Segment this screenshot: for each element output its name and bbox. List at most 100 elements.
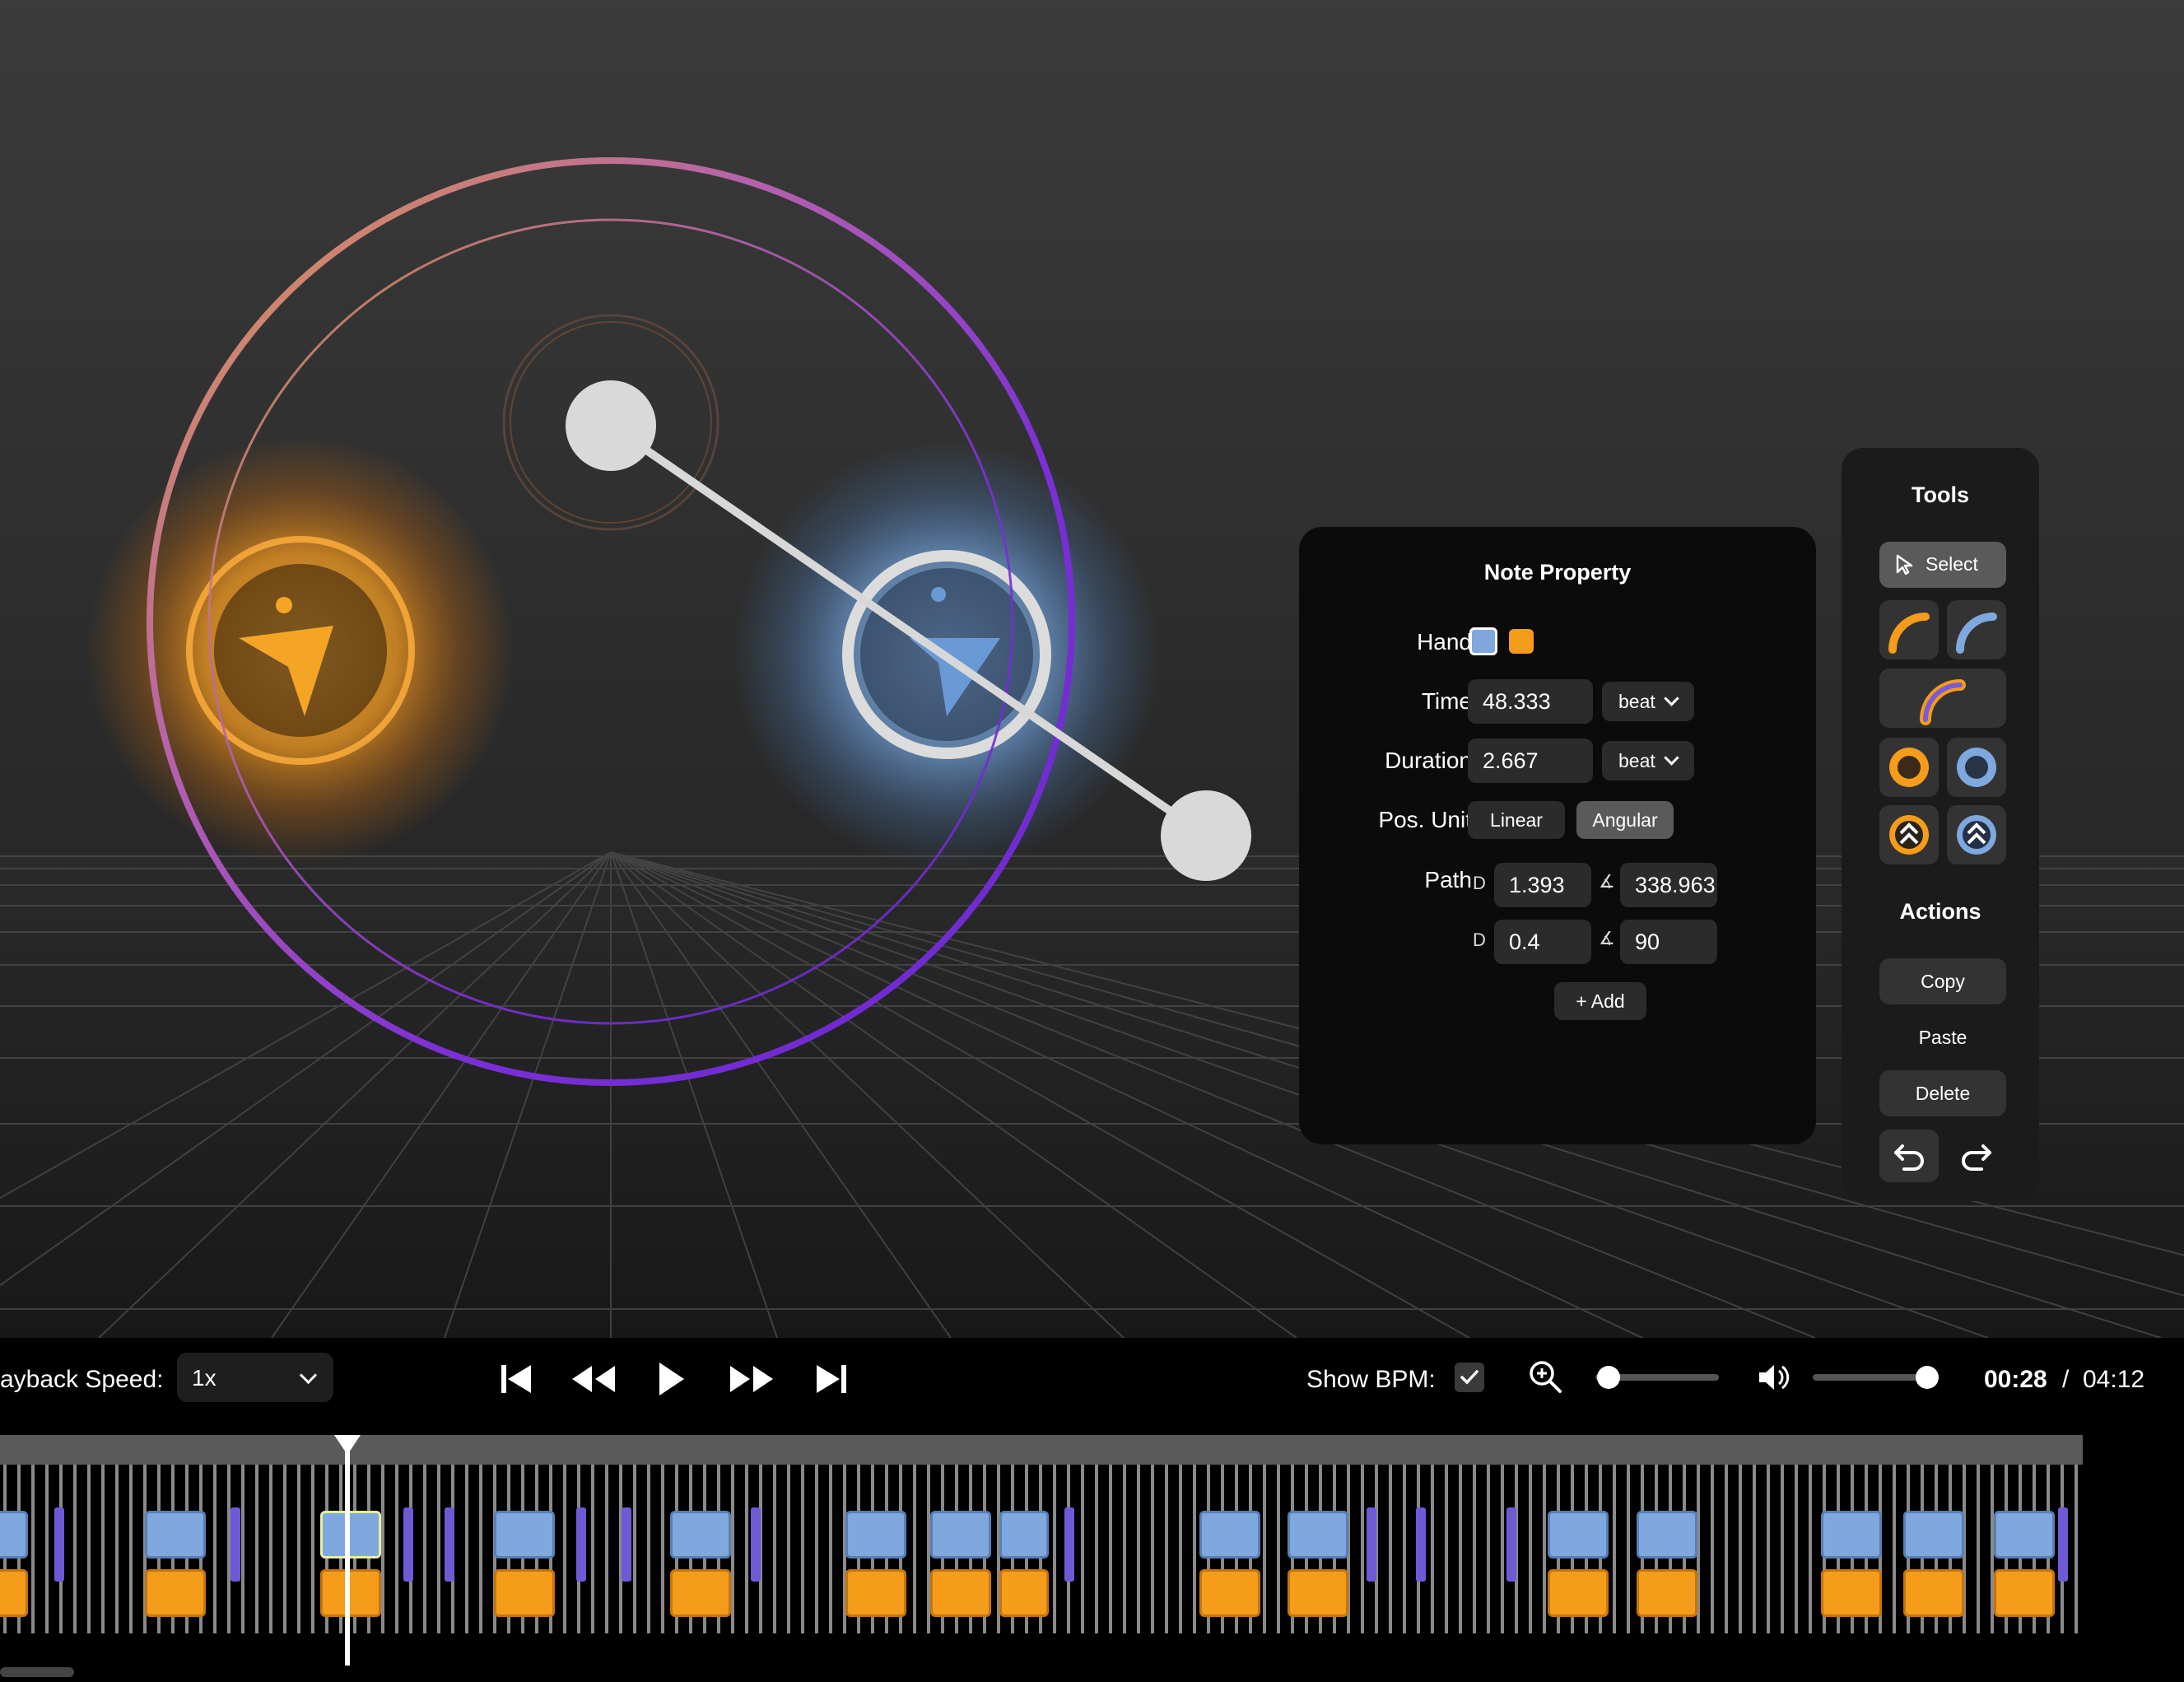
- timeline-note-orange[interactable]: [1903, 1569, 1964, 1617]
- hand-orange-swatch[interactable]: [1509, 629, 1534, 654]
- undo-icon: [1894, 1144, 1924, 1171]
- timeline-note-blue[interactable]: [999, 1511, 1049, 1559]
- path-handle-start[interactable]: [566, 380, 656, 471]
- pos-unit-linear[interactable]: Linear: [1468, 801, 1565, 839]
- timeline-note-blue[interactable]: [1821, 1511, 1882, 1559]
- copy-button[interactable]: Copy: [1879, 958, 2006, 1004]
- path-handle-end[interactable]: [1161, 790, 1251, 881]
- cursor-icon: [1896, 554, 1913, 575]
- undo-button[interactable]: [1879, 1130, 1939, 1182]
- blue-chevron-tool[interactable]: [1947, 805, 2006, 864]
- duration-unit-select[interactable]: beat: [1602, 741, 1694, 780]
- bpm-marker[interactable]: [576, 1507, 586, 1582]
- path-row-2-angle-input[interactable]: 90: [1620, 920, 1717, 964]
- timeline-note-blue[interactable]: [494, 1511, 555, 1559]
- fast-forward-icon[interactable]: [729, 1361, 775, 1397]
- playback-speed-select[interactable]: 1x: [177, 1353, 333, 1402]
- duration-input[interactable]: 2.667: [1468, 738, 1593, 783]
- time-label: Time: [1421, 688, 1472, 714]
- note-property-panel: Note Property Hand Time 48.333 beat Dura…: [1299, 527, 1816, 1144]
- bpm-marker[interactable]: [231, 1507, 240, 1582]
- timeline-note-blue[interactable]: [0, 1511, 28, 1559]
- playhead[interactable]: [345, 1435, 350, 1666]
- paste-button[interactable]: Paste: [1879, 1014, 2006, 1060]
- bpm-marker[interactable]: [445, 1507, 454, 1582]
- orange-chevron-tool[interactable]: [1879, 805, 1939, 864]
- select-tool-button[interactable]: Select: [1879, 542, 2006, 588]
- bpm-marker[interactable]: [403, 1507, 413, 1582]
- path-row-1-distance-input[interactable]: 1.393: [1494, 863, 1591, 907]
- timeline-note-blue[interactable]: [670, 1511, 731, 1559]
- timeline-note-blue[interactable]: [1994, 1511, 2055, 1559]
- timeline-note-orange[interactable]: [1548, 1569, 1609, 1617]
- timeline-note-blue[interactable]: [1288, 1511, 1348, 1559]
- volume-slider-thumb[interactable]: [1916, 1366, 1939, 1389]
- time-unit-select[interactable]: beat: [1602, 682, 1694, 721]
- timeline-note-blue[interactable]: [1903, 1511, 1964, 1559]
- hand-blue-swatch[interactable]: [1469, 627, 1497, 655]
- dual-arc-icon: [1920, 679, 1966, 725]
- time-unit-value: beat: [1618, 691, 1655, 712]
- rewind-icon[interactable]: [570, 1361, 617, 1397]
- timeline-note-orange[interactable]: [1994, 1569, 2055, 1617]
- zoom-in-icon[interactable]: [1527, 1358, 1563, 1395]
- blue-arc-icon: [1956, 613, 1997, 654]
- path-row-2-distance-input[interactable]: 0.4: [1494, 920, 1591, 964]
- timeline-note-orange[interactable]: [670, 1569, 731, 1617]
- playback-controls-bar: ayback Speed: 1x Show BPM: 00:28 / 04:12: [0, 1338, 2184, 1435]
- timeline-note-orange[interactable]: [1821, 1569, 1882, 1617]
- playback-speed-label: ayback Speed:: [0, 1366, 164, 1393]
- bpm-marker[interactable]: [622, 1507, 631, 1582]
- path-row-1-angle-input[interactable]: 338.963: [1620, 863, 1717, 907]
- timeline-note-blue[interactable]: [1637, 1511, 1697, 1559]
- timeline-note-orange[interactable]: [494, 1569, 555, 1617]
- timeline-note-blue[interactable]: [1199, 1511, 1260, 1559]
- timeline-note-orange[interactable]: [145, 1569, 206, 1617]
- volume-slider[interactable]: [1813, 1366, 1939, 1389]
- bpm-marker[interactable]: [2058, 1507, 2068, 1582]
- bpm-marker[interactable]: [1064, 1507, 1074, 1582]
- timeline-note-orange[interactable]: [999, 1569, 1049, 1617]
- orange-ring-tool[interactable]: [1879, 738, 1939, 797]
- dual-arc-tool[interactable]: [1879, 669, 2006, 728]
- timeline-note-orange[interactable]: [930, 1569, 991, 1617]
- bpm-marker[interactable]: [751, 1507, 761, 1582]
- pos-unit-angular[interactable]: Angular: [1576, 801, 1674, 839]
- zoom-slider-thumb[interactable]: [1597, 1366, 1620, 1389]
- show-bpm-checkbox[interactable]: [1455, 1363, 1484, 1392]
- timeline[interactable]: [0, 1435, 2184, 1682]
- timeline-note-orange[interactable]: [1288, 1569, 1348, 1617]
- add-path-button[interactable]: + Add: [1554, 982, 1646, 1020]
- timeline-note-orange[interactable]: [1199, 1569, 1260, 1617]
- timeline-note-blue[interactable]: [145, 1511, 206, 1559]
- bpm-marker[interactable]: [1506, 1507, 1516, 1582]
- blue-ring-tool[interactable]: [1947, 738, 2006, 797]
- bpm-marker[interactable]: [1416, 1507, 1426, 1582]
- checkmark-icon: [1460, 1370, 1479, 1385]
- timeline-note-orange[interactable]: [0, 1569, 28, 1617]
- timeline-note-orange[interactable]: [845, 1569, 906, 1617]
- timeline-note-blue[interactable]: [930, 1511, 991, 1559]
- time-input[interactable]: 48.333: [1468, 679, 1593, 724]
- timeline-note-orange[interactable]: [1637, 1569, 1697, 1617]
- bpm-marker[interactable]: [54, 1507, 64, 1582]
- delete-button[interactable]: Delete: [1879, 1070, 2006, 1116]
- playhead-handle[interactable]: [334, 1435, 361, 1455]
- path-label: Path: [1424, 867, 1472, 892]
- zoom-slider[interactable]: [1595, 1366, 1719, 1389]
- timeline-note-blue[interactable]: [845, 1511, 906, 1559]
- play-icon[interactable]: [654, 1359, 687, 1399]
- volume-icon[interactable]: [1756, 1361, 1792, 1394]
- redo-button[interactable]: [1947, 1130, 2006, 1182]
- timeline-note-blue[interactable]: [1548, 1511, 1609, 1559]
- orange-arc-tool[interactable]: [1879, 600, 1939, 659]
- blue-arc-tool[interactable]: [1947, 600, 2006, 659]
- timeline-note-blue-selected[interactable]: [320, 1511, 381, 1559]
- skip-to-start-icon[interactable]: [498, 1361, 534, 1397]
- bpm-marker[interactable]: [1367, 1507, 1376, 1582]
- 3d-viewport[interactable]: Note Property Hand Time 48.333 beat Dura…: [0, 0, 2184, 1338]
- timeline-note-orange[interactable]: [320, 1569, 381, 1617]
- timeline-ruler[interactable]: [0, 1435, 2083, 1465]
- timeline-scrollbar[interactable]: [0, 1667, 74, 1677]
- skip-to-end-icon[interactable]: [813, 1361, 850, 1397]
